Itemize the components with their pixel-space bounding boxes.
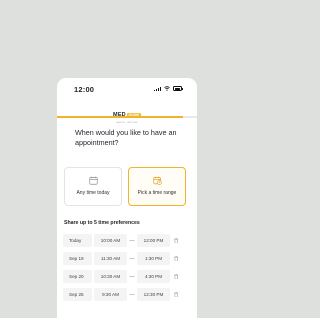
status-icons	[154, 86, 183, 91]
trash-icon	[174, 274, 179, 280]
progress-bar	[57, 116, 197, 118]
end-time-field[interactable]: 12:30 PM	[137, 288, 170, 301]
progress-fill	[57, 116, 183, 118]
delete-button[interactable]	[170, 292, 183, 298]
phone-screen: 12:00 MED GUIDE HEALTH · ANYTIME When wo…	[57, 78, 197, 318]
option-label: Any time today	[76, 190, 110, 196]
preference-row: Sep 20 10:30 AM — 4:30 PM	[63, 270, 191, 283]
time-separator: —	[129, 237, 135, 244]
logo-tagline: HEALTH · ANYTIME	[116, 121, 138, 124]
end-time-field[interactable]: 1:30 PM	[137, 252, 170, 265]
status-time: 12:00	[74, 85, 95, 94]
start-time-field[interactable]: 10:00 AM	[94, 234, 127, 247]
preference-row: Today 10:00 AM — 12:00 PM	[63, 234, 191, 247]
preference-row: Sep 19 11:30 AM — 1:30 PM	[63, 252, 191, 265]
trash-icon	[174, 238, 179, 244]
start-time-field[interactable]: 10:30 AM	[94, 270, 127, 283]
delete-button[interactable]	[170, 274, 183, 280]
option-any-time-today[interactable]: Any time today	[64, 167, 122, 206]
end-time-field[interactable]: 4:30 PM	[137, 270, 170, 283]
option-label: Pick a time range	[137, 190, 177, 196]
status-bar: 12:00	[57, 78, 197, 102]
start-time-field[interactable]: 9:30 AM	[94, 288, 127, 301]
end-time-field[interactable]: 12:00 PM	[137, 234, 170, 247]
battery-icon	[173, 86, 183, 91]
date-field[interactable]: Sep 25	[63, 288, 92, 301]
delete-button[interactable]	[170, 238, 183, 244]
brand-logo: MED GUIDE HEALTH · ANYTIME	[57, 103, 197, 124]
preference-row: Sep 25 9:30 AM — 12:30 PM	[63, 288, 191, 301]
time-separator: —	[129, 255, 135, 262]
date-field[interactable]: Today	[63, 234, 92, 247]
time-separator: —	[129, 291, 135, 298]
page-question: When would you like to have an appointme…	[75, 128, 177, 147]
date-field[interactable]: Sep 19	[63, 252, 92, 265]
wifi-icon	[164, 86, 170, 91]
delete-button[interactable]	[170, 256, 183, 262]
signal-icon	[154, 86, 161, 91]
trash-icon	[174, 292, 179, 298]
trash-icon	[174, 256, 179, 262]
start-time-field[interactable]: 11:30 AM	[94, 252, 127, 265]
calendar-clock-icon	[152, 176, 162, 185]
date-field[interactable]: Sep 20	[63, 270, 92, 283]
time-separator: —	[129, 273, 135, 280]
option-pick-time-range[interactable]: Pick a time range	[128, 167, 186, 206]
calendar-icon	[88, 176, 98, 185]
preferences-title: Share up to 5 time preferences	[64, 220, 140, 226]
